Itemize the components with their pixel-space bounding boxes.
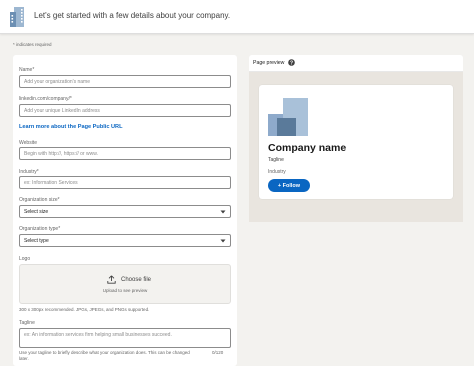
linkedin-url-input[interactable] — [19, 104, 231, 117]
page-title: Let's get started with a few details abo… — [34, 11, 231, 20]
company-industry: Industry — [268, 169, 286, 175]
org-type-select[interactable]: Select type — [19, 234, 231, 247]
org-type-value: Select type — [24, 237, 49, 244]
org-size-label: Organization size* — [19, 197, 60, 203]
required-note: * indicates required — [13, 42, 52, 47]
plus-icon: + — [277, 182, 282, 189]
tagline-input[interactable] — [19, 328, 231, 348]
follow-label: Follow — [282, 182, 301, 189]
industry-input[interactable] — [19, 176, 231, 189]
page-preview-panel: Page preview ? Company name Tagline Indu… — [249, 55, 463, 222]
org-type-label: Organization type* — [19, 226, 61, 232]
industry-label: Industry* — [19, 169, 39, 175]
help-icon[interactable]: ? — [288, 59, 295, 66]
org-size-select[interactable]: Select size — [19, 205, 231, 218]
follow-button[interactable]: + Follow — [268, 179, 310, 192]
website-label: Website — [19, 140, 37, 146]
org-size-value: Select size — [24, 208, 49, 215]
upload-hint: Upload to see preview — [102, 288, 148, 293]
preview-title: Page preview — [253, 60, 285, 66]
company-tagline: Tagline — [268, 157, 284, 163]
name-label: Name* — [19, 67, 35, 73]
company-details-form: Name* linkedin.com/company/* Learn more … — [13, 55, 237, 366]
tagline-label: Tagline — [19, 320, 35, 326]
upload-icon — [107, 275, 116, 284]
website-input[interactable] — [19, 147, 231, 160]
logo-upload-area[interactable]: Choose file Upload to see preview — [19, 264, 231, 304]
preview-header: Page preview ? — [249, 55, 463, 72]
learn-more-link[interactable]: Learn more about the Page Public URL — [19, 124, 123, 130]
company-building-icon — [10, 7, 24, 27]
logo-requirements: 300 x 300px recommended. JPGs, JPEGs, an… — [19, 307, 150, 312]
company-logo-placeholder — [268, 94, 312, 136]
name-input[interactable] — [19, 75, 231, 88]
chevron-down-icon — [220, 239, 226, 242]
linkedin-url-label: linkedin.com/company/* — [19, 96, 72, 102]
svg-text:?: ? — [290, 60, 293, 66]
company-name: Company name — [268, 142, 347, 154]
logo-label: Logo — [19, 256, 31, 262]
company-preview-card: Company name Tagline Industry + Follow — [259, 85, 453, 199]
choose-file-label: Choose file — [121, 277, 152, 283]
tagline-counter: 0/120 — [212, 350, 224, 355]
tagline-hint: Use your tagline to briefly describe wha… — [19, 350, 190, 361]
preview-canvas: Company name Tagline Industry + Follow — [249, 72, 463, 222]
chevron-down-icon — [220, 210, 226, 213]
top-header: Let's get started with a few details abo… — [0, 0, 474, 34]
